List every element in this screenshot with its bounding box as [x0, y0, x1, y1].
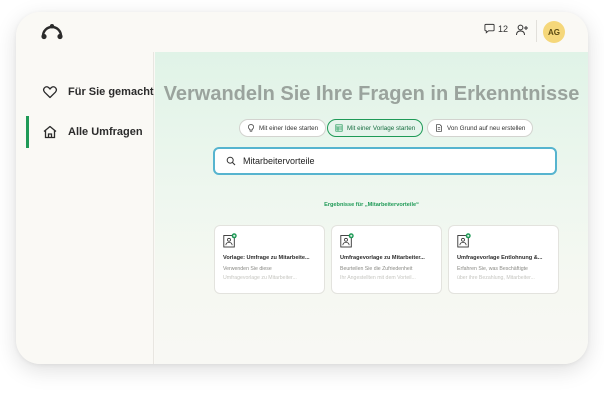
start-with-idea-chip[interactable]: Mit einer Idee starten	[239, 119, 327, 137]
template-image-icon	[457, 233, 471, 248]
search-input[interactable]	[243, 153, 543, 169]
header-divider	[536, 20, 537, 42]
start-with-template-chip[interactable]: Mit einer Vorlage starten	[327, 119, 424, 137]
sidebar: Für Sie gemacht Alle Umfragen	[16, 52, 154, 364]
sidebar-item-fuer-sie-gemacht[interactable]: Für Sie gemacht	[16, 74, 154, 110]
app-window: 12 AG Für Sie gemacht Alle Umfragen Verw…	[16, 12, 588, 364]
card-description: Verwenden Sie diese	[223, 266, 272, 272]
document-icon	[436, 124, 442, 132]
chip-label: Mit einer Idee starten	[259, 124, 319, 132]
top-bar: 12 AG	[16, 12, 588, 52]
sidebar-item-alle-umfragen[interactable]: Alle Umfragen	[16, 114, 154, 150]
card-description-faded: Umfragevorlage zu Mitarbeiter...	[223, 275, 297, 281]
card-description: Beurteilen Sie die Zufriedenheit	[340, 266, 413, 272]
main-content: Verwandeln Sie Ihre Fragen in Erkenntnis…	[155, 52, 588, 364]
card-description: Erfahren Sie, was Beschäftigte	[457, 266, 528, 272]
template-search-box	[213, 147, 557, 175]
sidebar-item-label: Alle Umfragen	[68, 126, 143, 138]
start-options: Mit einer Idee starten Mit einer Vorlage…	[155, 119, 588, 139]
cloud-logo-icon[interactable]	[40, 22, 64, 40]
template-card[interactable]: Umfragevorlage zu Mitarbeiter... Beurtei…	[331, 225, 442, 294]
chip-label: Mit einer Vorlage starten	[347, 124, 416, 132]
heart-icon	[42, 86, 58, 99]
card-description-faded: über ihre Bezahlung, Mitarbeiter...	[457, 275, 535, 281]
lightbulb-icon	[248, 124, 254, 132]
template-card[interactable]: Vorlage: Umfrage zu Mitarbeite... Verwen…	[214, 225, 325, 294]
start-from-scratch-chip[interactable]: Von Grund auf neu erstellen	[427, 119, 534, 137]
avatar[interactable]: AG	[543, 21, 565, 43]
template-image-icon	[223, 233, 237, 248]
results-label: Ergebnisse für „Mitarbeitervorteile“	[324, 202, 419, 208]
chip-label: Von Grund auf neu erstellen	[447, 124, 526, 132]
home-icon	[43, 125, 57, 139]
template-grid-icon	[335, 124, 343, 132]
search-icon	[226, 156, 236, 166]
template-image-icon	[340, 233, 354, 248]
card-title: Vorlage: Umfrage zu Mitarbeite...	[223, 255, 310, 261]
card-title: Umfragevorlage Entlohnung &...	[457, 255, 543, 261]
page-headline: Verwandeln Sie Ihre Fragen in Erkenntnis…	[163, 83, 580, 105]
sidebar-item-label: Für Sie gemacht	[68, 86, 154, 98]
notifications-button[interactable]: 12	[484, 23, 508, 34]
card-title: Umfragevorlage zu Mitarbeiter...	[340, 255, 425, 261]
add-user-icon[interactable]	[515, 23, 529, 37]
card-description-faded: Ihr Angestellten mit dem Vorteil...	[340, 275, 416, 281]
template-card[interactable]: Umfragevorlage Entlohnung &... Erfahren …	[448, 225, 559, 294]
chat-bubble-icon	[484, 23, 495, 34]
notification-count: 12	[498, 23, 509, 34]
